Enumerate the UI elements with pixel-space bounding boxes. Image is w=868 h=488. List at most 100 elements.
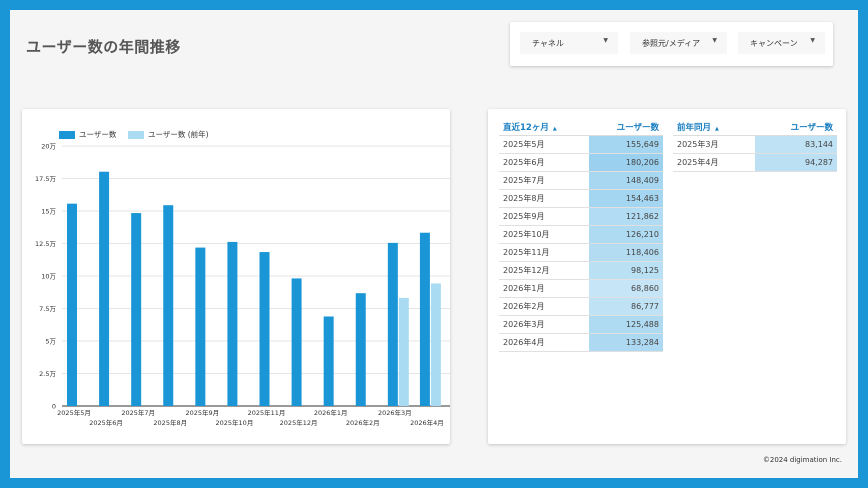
filter-bar: チャネル ▼ 参照元/メディア ▼ キャンペーン ▼ bbox=[510, 22, 833, 66]
x-tick-label: 2025年9月 bbox=[185, 408, 219, 417]
table-row: 2026年3月 125,488 bbox=[499, 315, 663, 334]
y-tick-label: 20万 bbox=[41, 143, 56, 151]
x-tick-label: 2025年8月 bbox=[153, 418, 187, 427]
table-row: 2025年11月 118,406 bbox=[499, 243, 663, 262]
month-cell: 2025年12月 bbox=[499, 261, 590, 280]
table-row: 2026年1月 68,860 bbox=[499, 279, 663, 298]
copyright: ©2024 digimation Inc. bbox=[762, 456, 842, 464]
campaign-filter-label: キャンペーン bbox=[750, 39, 798, 48]
y-tick-label: 10万 bbox=[41, 273, 56, 281]
recent-12-months-table: 直近12ヶ月 ▲ ユーザー数 2025年5月 155,649 2025年6月 180,2… bbox=[499, 119, 663, 352]
previous-year-table: 前年同月 ▲ ユーザー数 2025年3月 83,144 2025年4月 94,287 bbox=[673, 119, 837, 172]
month-cell: 2025年10月 bbox=[499, 225, 590, 244]
x-tick-label: 2025年7月 bbox=[121, 408, 155, 417]
source-medium-filter-label: 参照元/メディア bbox=[642, 39, 701, 48]
header-users[interactable]: ユーザー数 bbox=[754, 119, 837, 136]
chevron-down-icon: ▼ bbox=[712, 37, 717, 44]
y-tick-label: 5万 bbox=[45, 338, 56, 346]
dashboard-canvas: ユーザー数の年間推移 チャネル ▼ 参照元/メディア ▼ キャンペーン ▼ ユー… bbox=[10, 10, 858, 478]
month-cell: 2025年11月 bbox=[499, 243, 590, 262]
table-row: 2025年4月 94,287 bbox=[673, 153, 837, 172]
users-cell: 148,409 bbox=[589, 171, 663, 190]
table-row: 2025年6月 180,206 bbox=[499, 153, 663, 172]
table-row: 2025年7月 148,409 bbox=[499, 171, 663, 190]
channel-filter[interactable]: チャネル ▼ bbox=[520, 32, 618, 54]
x-tick-label: 2025年10月 bbox=[216, 418, 254, 427]
bar-current bbox=[99, 171, 110, 406]
table-row: 2025年10月 126,210 bbox=[499, 225, 663, 244]
bar-current bbox=[163, 205, 174, 406]
users-cell: 180,206 bbox=[589, 153, 663, 172]
x-tick-label: 2026年3月 bbox=[378, 408, 412, 417]
month-cell: 2025年5月 bbox=[499, 135, 590, 154]
month-cell: 2026年3月 bbox=[499, 315, 590, 334]
users-cell: 125,488 bbox=[589, 315, 663, 334]
x-tick-label: 2025年12月 bbox=[280, 418, 318, 427]
bar-current bbox=[259, 252, 270, 406]
users-cell: 121,862 bbox=[589, 207, 663, 226]
bar-current bbox=[67, 203, 77, 406]
bar-previous bbox=[398, 297, 409, 406]
users-cell: 155,649 bbox=[589, 135, 663, 154]
bar-current bbox=[291, 278, 302, 406]
table-row: 2026年4月 133,284 bbox=[499, 333, 663, 352]
x-tick-label: 2026年2月 bbox=[346, 418, 380, 427]
bar-current bbox=[355, 293, 366, 406]
bar-current bbox=[131, 213, 142, 406]
users-cell: 133,284 bbox=[589, 333, 663, 352]
header-month[interactable]: 前年同月 ▲ bbox=[673, 119, 755, 136]
channel-filter-label: チャネル bbox=[532, 39, 564, 48]
y-tick-label: 12.5万 bbox=[35, 240, 56, 248]
page-title: ユーザー数の年間推移 bbox=[26, 38, 181, 56]
bar-chart: 02.5万5万7.5万10万12.5万15万17.5万20万2025年5月202… bbox=[35, 143, 450, 427]
bar-previous bbox=[430, 283, 441, 406]
table-row: 2025年8月 154,463 bbox=[499, 189, 663, 208]
month-cell: 2025年4月 bbox=[673, 153, 755, 172]
table-row: 2025年3月 83,144 bbox=[673, 135, 837, 154]
table-row: 2025年12月 98,125 bbox=[499, 261, 663, 280]
users-cell: 83,144 bbox=[754, 135, 837, 154]
month-cell: 2025年7月 bbox=[499, 171, 590, 190]
sort-asc-icon: ▲ bbox=[552, 125, 557, 132]
month-cell: 2025年9月 bbox=[499, 207, 590, 226]
users-cell: 68,860 bbox=[589, 279, 663, 298]
users-cell: 98,125 bbox=[589, 261, 663, 280]
chevron-down-icon: ▼ bbox=[810, 37, 815, 44]
source-medium-filter[interactable]: 参照元/メディア ▼ bbox=[630, 32, 727, 54]
table-row: 2025年9月 121,862 bbox=[499, 207, 663, 226]
y-tick-label: 2.5万 bbox=[39, 370, 56, 378]
users-cell: 126,210 bbox=[589, 225, 663, 244]
y-tick-label: 15万 bbox=[41, 208, 56, 216]
table-card: 直近12ヶ月 ▲ ユーザー数 2025年5月 155,649 2025年6月 180,2… bbox=[488, 109, 846, 444]
bar-current bbox=[387, 242, 398, 406]
users-cell: 86,777 bbox=[589, 297, 663, 316]
x-tick-label: 2025年5月 bbox=[57, 408, 91, 417]
bar-current bbox=[195, 247, 206, 406]
users-cell: 94,287 bbox=[754, 153, 837, 172]
chevron-down-icon: ▼ bbox=[603, 37, 608, 44]
header-month[interactable]: 直近12ヶ月 ▲ bbox=[499, 119, 590, 136]
y-tick-label: 0 bbox=[52, 403, 56, 411]
month-cell: 2026年4月 bbox=[499, 333, 590, 352]
table-row: 2025年5月 155,649 bbox=[499, 135, 663, 154]
y-tick-label: 17.5万 bbox=[35, 175, 56, 183]
y-tick-label: 7.5万 bbox=[39, 305, 56, 313]
x-tick-label: 2025年11月 bbox=[248, 408, 286, 417]
month-cell: 2026年2月 bbox=[499, 297, 590, 316]
users-cell: 118,406 bbox=[589, 243, 663, 262]
chart-card: ユーザー数 ユーザー数 (前年) 0 2.5万 5万 7.5万 10万 12.5万 15万 1… bbox=[22, 109, 450, 444]
month-cell: 2025年8月 bbox=[499, 189, 590, 208]
x-tick-label: 2026年4月 bbox=[410, 418, 444, 427]
x-tick-label: 2026年1月 bbox=[314, 408, 348, 417]
bar-current bbox=[419, 232, 430, 406]
campaign-filter[interactable]: キャンペーン ▼ bbox=[738, 32, 825, 54]
month-cell: 2025年6月 bbox=[499, 153, 590, 172]
bar-current bbox=[323, 316, 334, 406]
header-users[interactable]: ユーザー数 bbox=[589, 119, 663, 136]
bar-current bbox=[227, 241, 238, 406]
month-cell: 2026年1月 bbox=[499, 279, 590, 298]
x-tick-label: 2025年6月 bbox=[89, 418, 123, 427]
sort-asc-icon: ▲ bbox=[715, 125, 719, 132]
users-cell: 154,463 bbox=[589, 189, 663, 208]
table-row: 2026年2月 86,777 bbox=[499, 297, 663, 316]
